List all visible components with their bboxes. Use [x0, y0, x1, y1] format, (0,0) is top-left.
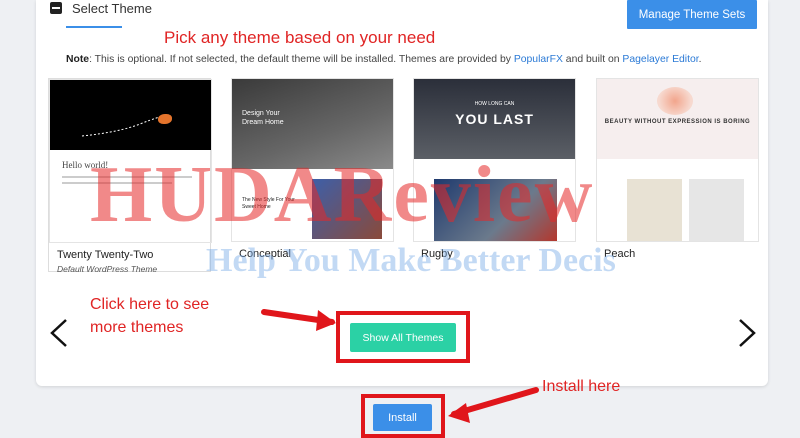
annotation-arrows: [261, 309, 539, 423]
